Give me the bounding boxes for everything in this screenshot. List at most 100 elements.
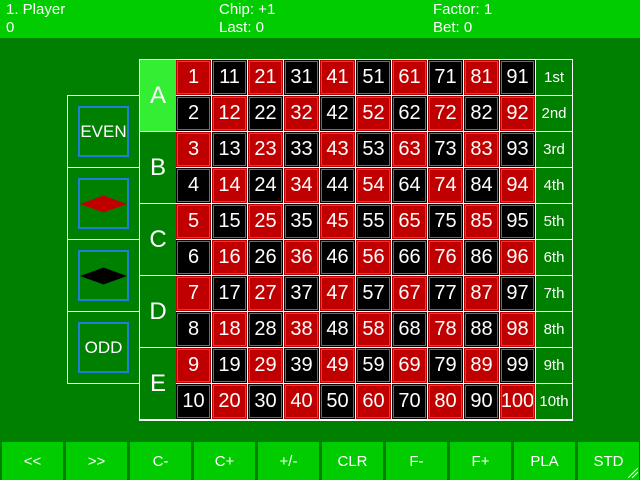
number-cell-2[interactable]: 2	[176, 96, 212, 132]
prev-button[interactable]: <<	[2, 442, 63, 480]
number-cell-75[interactable]: 75	[428, 204, 464, 240]
number-cell-33[interactable]: 33	[284, 132, 320, 168]
odd-cell[interactable]: ODD	[68, 312, 140, 384]
number-cell-39[interactable]: 39	[284, 348, 320, 384]
number-cell-20[interactable]: 20	[212, 384, 248, 420]
number-cell-25[interactable]: 25	[248, 204, 284, 240]
number-cell-47[interactable]: 47	[320, 276, 356, 312]
number-cell-79[interactable]: 79	[428, 348, 464, 384]
number-cell-34[interactable]: 34	[284, 168, 320, 204]
number-cell-22[interactable]: 22	[248, 96, 284, 132]
number-cell-69[interactable]: 69	[392, 348, 428, 384]
number-cell-36[interactable]: 36	[284, 240, 320, 276]
number-cell-49[interactable]: 49	[320, 348, 356, 384]
number-cell-95[interactable]: 95	[500, 204, 536, 240]
number-cell-30[interactable]: 30	[248, 384, 284, 420]
play-button[interactable]: PLA	[514, 442, 575, 480]
number-cell-81[interactable]: 81	[464, 60, 500, 96]
number-cell-44[interactable]: 44	[320, 168, 356, 204]
number-cell-37[interactable]: 37	[284, 276, 320, 312]
number-cell-84[interactable]: 84	[464, 168, 500, 204]
number-cell-62[interactable]: 62	[392, 96, 428, 132]
red-button[interactable]	[78, 178, 129, 229]
number-cell-74[interactable]: 74	[428, 168, 464, 204]
number-cell-68[interactable]: 68	[392, 312, 428, 348]
number-cell-98[interactable]: 98	[500, 312, 536, 348]
number-cell-42[interactable]: 42	[320, 96, 356, 132]
number-cell-70[interactable]: 70	[392, 384, 428, 420]
odd-button[interactable]: ODD	[78, 322, 129, 373]
number-cell-3[interactable]: 3	[176, 132, 212, 168]
factor-decrease-button[interactable]: F-	[386, 442, 447, 480]
number-cell-5[interactable]: 5	[176, 204, 212, 240]
toggle-sign-button[interactable]: +/-	[258, 442, 319, 480]
number-cell-13[interactable]: 13	[212, 132, 248, 168]
dozen-d[interactable]: D	[140, 276, 176, 348]
number-cell-85[interactable]: 85	[464, 204, 500, 240]
number-cell-77[interactable]: 77	[428, 276, 464, 312]
number-cell-28[interactable]: 28	[248, 312, 284, 348]
number-cell-71[interactable]: 71	[428, 60, 464, 96]
number-cell-1[interactable]: 1	[176, 60, 212, 96]
number-cell-31[interactable]: 31	[284, 60, 320, 96]
dozen-e[interactable]: E	[140, 348, 176, 420]
number-cell-29[interactable]: 29	[248, 348, 284, 384]
number-cell-64[interactable]: 64	[392, 168, 428, 204]
number-cell-89[interactable]: 89	[464, 348, 500, 384]
number-cell-99[interactable]: 99	[500, 348, 536, 384]
number-cell-18[interactable]: 18	[212, 312, 248, 348]
even-button[interactable]: EVEN	[78, 106, 129, 157]
number-cell-55[interactable]: 55	[356, 204, 392, 240]
dozen-b[interactable]: B	[140, 132, 176, 204]
row-bet-9th[interactable]: 9th	[536, 348, 572, 384]
number-cell-23[interactable]: 23	[248, 132, 284, 168]
number-cell-80[interactable]: 80	[428, 384, 464, 420]
number-cell-15[interactable]: 15	[212, 204, 248, 240]
dozen-a[interactable]: A	[140, 60, 176, 132]
number-cell-32[interactable]: 32	[284, 96, 320, 132]
number-cell-10[interactable]: 10	[176, 384, 212, 420]
number-cell-90[interactable]: 90	[464, 384, 500, 420]
number-cell-11[interactable]: 11	[212, 60, 248, 96]
number-cell-67[interactable]: 67	[392, 276, 428, 312]
number-cell-87[interactable]: 87	[464, 276, 500, 312]
row-bet-2nd[interactable]: 2nd	[536, 96, 572, 132]
number-cell-40[interactable]: 40	[284, 384, 320, 420]
number-cell-65[interactable]: 65	[392, 204, 428, 240]
number-cell-61[interactable]: 61	[392, 60, 428, 96]
number-cell-9[interactable]: 9	[176, 348, 212, 384]
number-cell-48[interactable]: 48	[320, 312, 356, 348]
number-cell-92[interactable]: 92	[500, 96, 536, 132]
row-bet-5th[interactable]: 5th	[536, 204, 572, 240]
number-cell-56[interactable]: 56	[356, 240, 392, 276]
number-cell-86[interactable]: 86	[464, 240, 500, 276]
number-cell-53[interactable]: 53	[356, 132, 392, 168]
number-cell-16[interactable]: 16	[212, 240, 248, 276]
row-bet-7th[interactable]: 7th	[536, 276, 572, 312]
dozen-c[interactable]: C	[140, 204, 176, 276]
number-cell-59[interactable]: 59	[356, 348, 392, 384]
number-cell-24[interactable]: 24	[248, 168, 284, 204]
number-cell-100[interactable]: 100	[500, 384, 536, 420]
row-bet-10th[interactable]: 10th	[536, 384, 572, 420]
number-cell-35[interactable]: 35	[284, 204, 320, 240]
number-cell-50[interactable]: 50	[320, 384, 356, 420]
number-cell-93[interactable]: 93	[500, 132, 536, 168]
black-cell[interactable]	[68, 240, 140, 312]
number-cell-6[interactable]: 6	[176, 240, 212, 276]
number-cell-78[interactable]: 78	[428, 312, 464, 348]
number-cell-8[interactable]: 8	[176, 312, 212, 348]
number-cell-27[interactable]: 27	[248, 276, 284, 312]
row-bet-1st[interactable]: 1st	[536, 60, 572, 96]
number-cell-52[interactable]: 52	[356, 96, 392, 132]
number-cell-76[interactable]: 76	[428, 240, 464, 276]
row-bet-3rd[interactable]: 3rd	[536, 132, 572, 168]
next-button[interactable]: >>	[66, 442, 127, 480]
row-bet-8th[interactable]: 8th	[536, 312, 572, 348]
factor-increase-button[interactable]: F+	[450, 442, 511, 480]
number-cell-7[interactable]: 7	[176, 276, 212, 312]
number-cell-88[interactable]: 88	[464, 312, 500, 348]
number-cell-26[interactable]: 26	[248, 240, 284, 276]
row-bet-6th[interactable]: 6th	[536, 240, 572, 276]
number-cell-63[interactable]: 63	[392, 132, 428, 168]
